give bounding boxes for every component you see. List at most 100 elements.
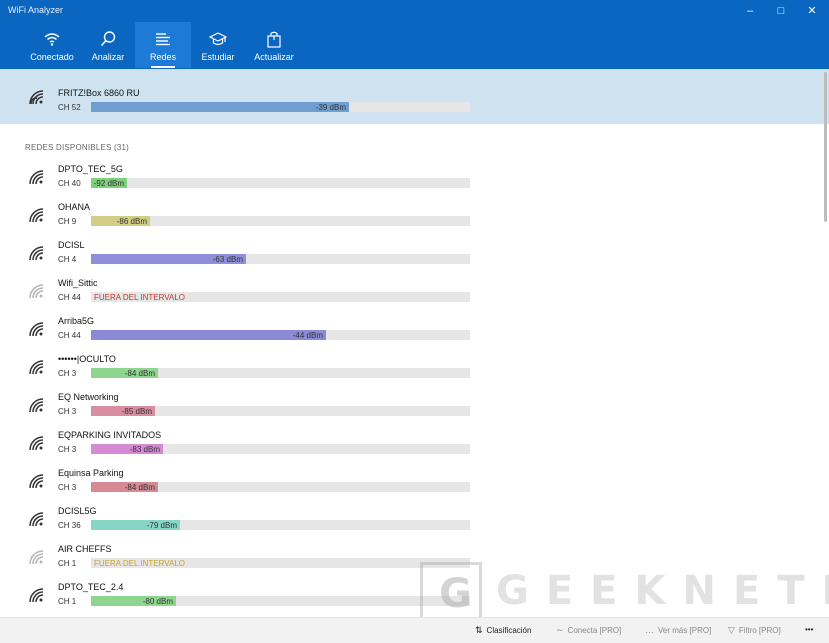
- wifi-signal-icon: [29, 284, 44, 299]
- active-tab-indicator: [151, 66, 175, 68]
- out-of-range-label: FUERA DEL INTERVALO: [94, 293, 185, 302]
- network-ssid: DCISL: [58, 240, 85, 250]
- signal-bar: -92 dBm: [91, 178, 470, 188]
- app-title: WiFi Analyzer: [8, 5, 64, 15]
- filter-icon: ▽: [728, 625, 735, 635]
- network-ssid: EQPARKING INVITADOS: [58, 430, 162, 440]
- tab-analizar[interactable]: Analizar: [80, 22, 136, 68]
- network-row[interactable]: DPTO_TEC_5G CH 40 -92 dBm: [0, 162, 829, 200]
- signal-bar-fill: -63 dBm: [91, 254, 246, 264]
- signal-bar-fill: -83 dBm: [91, 444, 163, 454]
- network-row[interactable]: AIR CHEFFS CH 1 FUERA DEL INTERVALO: [0, 542, 829, 580]
- network-row[interactable]: ••••••|OCULTO CH 3 -84 dBm: [0, 352, 829, 390]
- network-channel: CH 44: [58, 331, 81, 340]
- maximize-button[interactable]: □: [764, 3, 798, 19]
- command-bar: ⇅ Clasificación ∼ Conecta [PRO] … Ver más […: [0, 617, 829, 643]
- signal-bar: -44 dBm: [91, 330, 470, 340]
- network-ssid: EQ Networking: [58, 392, 119, 402]
- network-channel: CH 4: [58, 255, 77, 264]
- wifi-icon: [44, 33, 60, 46]
- wifi-signal-icon: [29, 246, 44, 261]
- magnifier-icon: [100, 31, 116, 47]
- wifi-signal-icon: [29, 360, 44, 375]
- network-channel: CH 1: [58, 559, 77, 568]
- wifi-signal-icon: [29, 322, 44, 337]
- signal-bar-fill: -86 dBm: [91, 216, 150, 226]
- network-ssid: DPTO_TEC_2.4: [58, 582, 124, 592]
- network-ssid: ••••••|OCULTO: [58, 354, 116, 364]
- tab-label: Actualizar: [254, 52, 294, 62]
- network-row[interactable]: Equinsa Parking CH 3 -84 dBm: [0, 466, 829, 504]
- wifi-signal-icon: [29, 170, 44, 185]
- tab-actualizar[interactable]: Actualizar: [246, 22, 302, 68]
- tab-label: Conectado: [30, 52, 74, 62]
- network-row[interactable]: EQPARKING INVITADOS CH 3 -83 dBm: [0, 428, 829, 466]
- out-of-range-label: FUERA DEL INTERVALO: [94, 559, 185, 568]
- title-bar: WiFi Analyzer – □ ✕: [0, 0, 829, 22]
- wifi-signal-icon: [29, 436, 44, 451]
- signal-bar: -39 dBm: [91, 102, 470, 112]
- signal-bar-fill: -79 dBm: [91, 520, 180, 530]
- wifi-signal-icon: [29, 398, 44, 413]
- network-channel: CH 9: [58, 217, 77, 226]
- signal-bar-fill: -80 dBm: [91, 596, 176, 606]
- more-icon: •••: [805, 625, 814, 634]
- minimize-button[interactable]: –: [733, 3, 767, 19]
- signal-value: -92 dBm: [93, 179, 124, 188]
- signal-bar: -85 dBm: [91, 406, 470, 416]
- network-row[interactable]: DCISL CH 4 -63 dBm: [0, 238, 829, 276]
- sort-button[interactable]: ⇅ Clasificación: [475, 625, 531, 636]
- signal-bar-fill: -39 dBm: [91, 102, 349, 112]
- wifi-signal-icon: [29, 90, 44, 105]
- connect-pro-button[interactable]: ∼ Conecta [PRO]: [556, 625, 621, 636]
- tab-redes[interactable]: Redes: [135, 22, 191, 68]
- signal-value: -83 dBm: [129, 445, 160, 454]
- signal-value: -44 dBm: [292, 331, 323, 340]
- signal-bar: -63 dBm: [91, 254, 470, 264]
- signal-bar: -80 dBm: [91, 596, 470, 606]
- network-ssid: Arriba5G: [58, 316, 95, 326]
- close-button[interactable]: ✕: [795, 3, 829, 19]
- wifi-signal-icon: [29, 474, 44, 489]
- signal-bar: -86 dBm: [91, 216, 470, 226]
- signal-bar-fill: -92 dBm: [91, 178, 127, 188]
- network-channel: CH 40: [58, 179, 81, 188]
- signal-bar-fill: -84 dBm: [91, 482, 158, 492]
- network-row[interactable]: Arriba5G CH 44 -44 dBm: [0, 314, 829, 352]
- network-row[interactable]: DPTO_TEC_2.4 CH 1 -80 dBm: [0, 580, 829, 618]
- signal-value: -63 dBm: [212, 255, 243, 264]
- network-row[interactable]: EQ Networking CH 3 -85 dBm: [0, 390, 829, 428]
- signal-value: -84 dBm: [124, 369, 155, 378]
- list-icon: [156, 33, 170, 46]
- network-ssid: OHANA: [58, 202, 91, 212]
- network-ssid: DCISL5G: [58, 506, 97, 516]
- connected-network[interactable]: FRITZ!Box 6860 RU CH 52 -39 dBm: [0, 69, 829, 124]
- network-row[interactable]: DCISL5G CH 36 -79 dBm: [0, 504, 829, 542]
- network-ssid: Wifi_Sittic: [58, 278, 98, 288]
- view-more-pro-button[interactable]: … Ver más [PRO]: [645, 625, 711, 635]
- wifi-signal-icon: [29, 588, 44, 603]
- filter-pro-button[interactable]: ▽ Filtro [PRO]: [728, 625, 781, 636]
- wifi-signal-icon: [29, 550, 44, 565]
- tab-conectado[interactable]: Conectado: [24, 22, 80, 68]
- more-options-button[interactable]: •••: [805, 625, 813, 634]
- signal-value: -80 dBm: [142, 597, 173, 606]
- tab-estudiar[interactable]: Estudiar: [190, 22, 246, 68]
- tab-label: Analizar: [91, 52, 125, 62]
- signal-bar: -84 dBm: [91, 482, 470, 492]
- tab-label: Estudiar: [201, 52, 235, 62]
- wifi-signal-icon: [29, 512, 44, 527]
- graduation-cap-icon: [209, 32, 227, 46]
- signal-value: -86 dBm: [116, 217, 147, 226]
- network-row[interactable]: OHANA CH 9 -86 dBm: [0, 200, 829, 238]
- network-channel: CH 3: [58, 369, 77, 378]
- network-row[interactable]: Wifi_Sittic CH 44 FUERA DEL INTERVALO: [0, 276, 829, 314]
- network-channel: CH 3: [58, 483, 77, 492]
- navigation-bar: Conectado Analizar Redes Estudiar Actual…: [0, 22, 829, 69]
- signal-bar: -83 dBm: [91, 444, 470, 454]
- network-channel: CH 52: [58, 103, 81, 112]
- network-channel: CH 36: [58, 521, 81, 530]
- network-ssid: AIR CHEFFS: [58, 544, 112, 554]
- signal-bar-fill: -85 dBm: [91, 406, 155, 416]
- network-channel: CH 44: [58, 293, 81, 302]
